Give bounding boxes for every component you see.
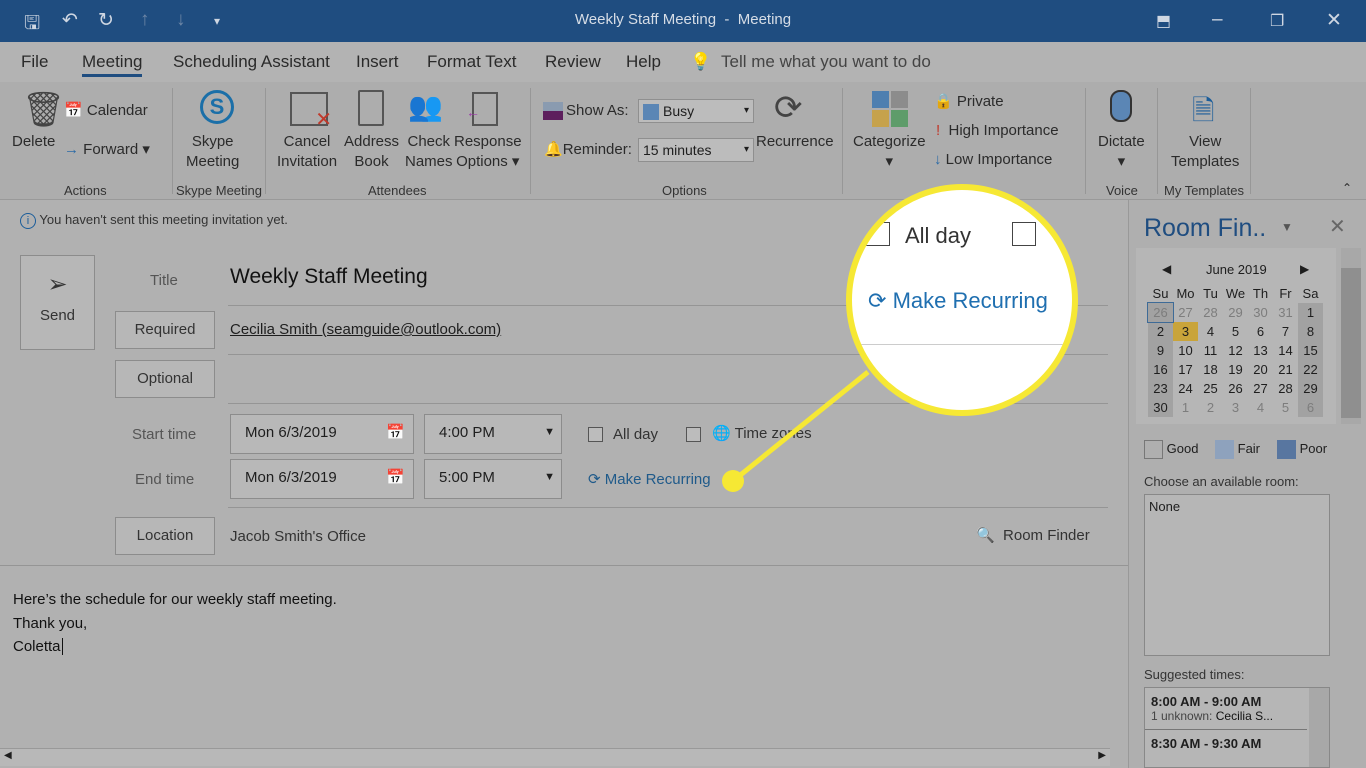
calendar-day[interactable]: 16: [1148, 360, 1173, 379]
calendar-day[interactable]: 29: [1298, 379, 1323, 398]
calendar-day[interactable]: 20: [1248, 360, 1273, 379]
weekday-header: Sa: [1302, 286, 1319, 301]
calendar-day[interactable]: 4: [1248, 398, 1273, 417]
suggested-scrollbar[interactable]: [1309, 688, 1329, 767]
calendar-day[interactable]: 31: [1273, 303, 1298, 322]
calendar-day[interactable]: 22: [1298, 360, 1323, 379]
weekday-header: Fr: [1279, 286, 1292, 301]
pane-title: Room Fin..: [1144, 214, 1267, 242]
room-finder-pane: Room Fin.. ▼ ✕ ◀ June 2019 ▶ Su Mo Tu We Th F…: [1128, 200, 1366, 768]
legend-poor: Poor: [1277, 440, 1327, 459]
next-month-icon[interactable]: ▶: [1300, 262, 1309, 276]
calendar-day[interactable]: 1: [1298, 303, 1323, 322]
calendar-day[interactable]: 26: [1147, 302, 1174, 323]
legend-good: Good: [1144, 440, 1198, 459]
pane-scrollbar[interactable]: [1341, 248, 1361, 424]
calendar-day[interactable]: 3: [1173, 322, 1198, 341]
calendar-day[interactable]: 2: [1198, 398, 1223, 417]
calendar-day[interactable]: 15: [1298, 341, 1323, 360]
weekday-header: Su: [1152, 286, 1169, 301]
room-list[interactable]: None: [1144, 494, 1330, 656]
weekday-header: Tu: [1203, 286, 1218, 301]
magnified-time-zones-checkbox: [1012, 222, 1036, 246]
suggested-times-list: 8:00 AM - 9:00 AM 1 unknown: Cecilia S...…: [1144, 687, 1330, 768]
calendar-day[interactable]: 21: [1273, 360, 1298, 379]
month-label: June 2019: [1206, 262, 1267, 277]
calendar-day[interactable]: 30: [1148, 398, 1173, 417]
calendar-day[interactable]: 29: [1223, 303, 1248, 322]
magnifier-callout: All day ⟳ Make Recurring: [846, 184, 1078, 416]
magnified-all-day-label: All day: [905, 223, 972, 248]
calendar-day[interactable]: 18: [1198, 360, 1223, 379]
suggested-time-item[interactable]: 8:30 AM - 9:30 AM: [1145, 730, 1307, 757]
date-picker: ◀ June 2019 ▶ Su Mo Tu We Th Fr Sa 26 27 28 29 30 31…: [1136, 248, 1336, 424]
calendar-day[interactable]: 27: [1173, 303, 1198, 322]
calendar-day[interactable]: 5: [1223, 322, 1248, 341]
calendar-day[interactable]: 5: [1273, 398, 1298, 417]
calendar-day[interactable]: 2: [1148, 322, 1173, 341]
calendar-day[interactable]: 19: [1223, 360, 1248, 379]
weekday-header: We: [1225, 286, 1246, 301]
prev-month-icon[interactable]: ◀: [1162, 262, 1171, 276]
weekday-header: Th: [1252, 286, 1269, 301]
room-item[interactable]: None: [1149, 499, 1180, 514]
calendar-day[interactable]: 1: [1173, 398, 1198, 417]
calendar-day[interactable]: 30: [1248, 303, 1273, 322]
calendar-day[interactable]: 9: [1148, 341, 1173, 360]
calendar-day[interactable]: 14: [1273, 341, 1298, 360]
calendar-day[interactable]: 26: [1223, 379, 1248, 398]
calendar-day[interactable]: 24: [1173, 379, 1198, 398]
calendar-day[interactable]: 17: [1173, 360, 1198, 379]
choose-room-label: Choose an available room:: [1144, 474, 1299, 489]
calendar-day[interactable]: 25: [1198, 379, 1223, 398]
calendar-day[interactable]: 11: [1198, 341, 1223, 360]
weekday-header: Mo: [1176, 286, 1195, 301]
calendar-day[interactable]: 3: [1223, 398, 1248, 417]
recurring-icon: ⟳: [868, 288, 887, 313]
magnified-all-day-checkbox: [866, 222, 890, 246]
calendar-grid: Su Mo Tu We Th Fr Sa 26 27 28 29 30 31 1 2 3 4 5 6 7 8 9 10 11 1…: [1147, 284, 1323, 417]
calendar-day[interactable]: 12: [1223, 341, 1248, 360]
calendar-day[interactable]: 28: [1198, 303, 1223, 322]
calendar-day[interactable]: 27: [1248, 379, 1273, 398]
suggested-times-label: Suggested times:: [1144, 667, 1245, 682]
calendar-day[interactable]: 10: [1173, 341, 1198, 360]
magnified-make-recurring: ⟳ Make Recurring: [868, 288, 1048, 313]
calendar-day[interactable]: 4: [1198, 322, 1223, 341]
calendar-day[interactable]: 7: [1273, 322, 1298, 341]
calendar-day[interactable]: 6: [1298, 398, 1323, 417]
pane-menu-icon[interactable]: ▼: [1281, 220, 1293, 234]
calendar-day[interactable]: 13: [1248, 341, 1273, 360]
calendar-day[interactable]: 23: [1148, 379, 1173, 398]
suggested-time-item[interactable]: 8:00 AM - 9:00 AM 1 unknown: Cecilia S...: [1145, 688, 1307, 730]
calendar-day[interactable]: 6: [1248, 322, 1273, 341]
legend-fair: Fair: [1215, 440, 1260, 459]
pane-close-icon[interactable]: ✕: [1329, 214, 1346, 239]
calendar-day[interactable]: 8: [1298, 322, 1323, 341]
calendar-day[interactable]: 28: [1273, 379, 1298, 398]
callout-dot: [722, 470, 744, 492]
